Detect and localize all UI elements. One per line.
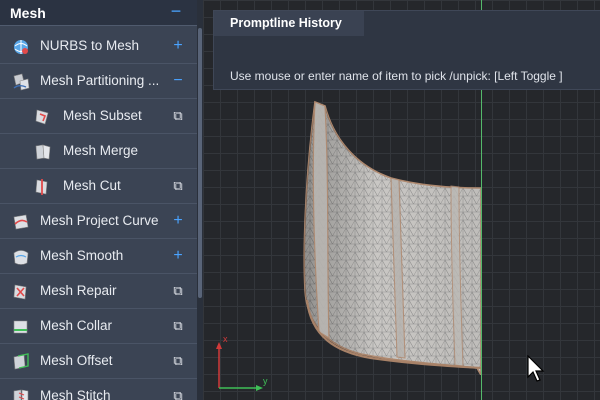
tool-item-mesh-project-curve[interactable]: Mesh Project Curve + bbox=[0, 204, 197, 239]
popout-icon[interactable]: ⧉ bbox=[170, 352, 186, 370]
popout-icon[interactable]: ⧉ bbox=[170, 107, 186, 125]
tool-item-label: Mesh Repair bbox=[40, 283, 117, 298]
mesh-offset-icon bbox=[11, 352, 31, 372]
tool-item-label: Mesh Offset bbox=[40, 353, 113, 368]
axis-triad: x y bbox=[216, 334, 268, 391]
collapse-icon[interactable]: − bbox=[170, 72, 186, 90]
tool-item-label: Mesh Merge bbox=[63, 143, 139, 158]
mouse-cursor-icon bbox=[527, 355, 545, 382]
tool-item-label: Mesh Cut bbox=[63, 178, 121, 193]
tool-item-label: Mesh Partitioning ... bbox=[40, 73, 160, 88]
mesh-stitch-icon bbox=[11, 387, 31, 400]
tool-item-mesh-cut[interactable]: Mesh Cut ⧉ bbox=[0, 169, 197, 204]
panel-header[interactable]: Mesh − bbox=[0, 0, 197, 26]
tool-panel: Mesh − NURBS to Mesh + Mesh Partitioning .… bbox=[0, 0, 203, 400]
tool-item-mesh-partitioning[interactable]: Mesh Partitioning ... − bbox=[0, 64, 197, 99]
tool-item-label: Mesh Collar bbox=[40, 318, 113, 333]
mesh-subset-icon bbox=[33, 107, 53, 127]
expand-icon[interactable]: + bbox=[170, 37, 186, 55]
tool-item-label: Mesh Project Curve bbox=[40, 213, 159, 228]
mesh-model[interactable] bbox=[301, 100, 491, 375]
tool-item-mesh-offset[interactable]: Mesh Offset ⧉ bbox=[0, 344, 197, 379]
mesh-cut-icon bbox=[33, 177, 53, 197]
tool-item-mesh-merge[interactable]: Mesh Merge bbox=[0, 134, 197, 169]
tool-item-label: Mesh Subset bbox=[63, 108, 142, 123]
tool-item-label: NURBS to Mesh bbox=[40, 38, 140, 53]
mesh-partitioning-icon bbox=[11, 72, 31, 92]
expand-icon[interactable]: + bbox=[170, 212, 186, 230]
tool-item-mesh-collar[interactable]: Mesh Collar ⧉ bbox=[0, 309, 197, 344]
promptline-history-title: Promptline History bbox=[230, 16, 342, 30]
popout-icon[interactable]: ⧉ bbox=[170, 177, 186, 195]
promptline-message: Use mouse or enter name of item to pick … bbox=[230, 69, 563, 83]
tool-item-label: Mesh Smooth bbox=[40, 248, 124, 263]
mesh-project-curve-icon bbox=[11, 212, 31, 232]
mesh-merge-icon bbox=[33, 142, 53, 162]
scrollbar-thumb[interactable] bbox=[198, 28, 202, 298]
popout-icon[interactable]: ⧉ bbox=[170, 282, 186, 300]
nurbs-to-mesh-icon bbox=[11, 37, 31, 57]
triad-y-label: y bbox=[263, 376, 268, 386]
tool-item-mesh-subset[interactable]: Mesh Subset ⧉ bbox=[0, 99, 197, 134]
mesh-collar-icon bbox=[11, 317, 31, 337]
popout-icon[interactable]: ⧉ bbox=[170, 317, 186, 335]
panel-title: Mesh bbox=[10, 5, 46, 21]
mesh-repair-icon bbox=[11, 282, 31, 302]
promptline-history-panel: Promptline History Use mouse or enter na… bbox=[213, 10, 600, 90]
tool-item-label: Mesh Stitch bbox=[40, 388, 111, 400]
tool-item-nurbs-to-mesh[interactable]: NURBS to Mesh + bbox=[0, 29, 197, 64]
popout-icon[interactable]: ⧉ bbox=[170, 387, 186, 400]
expand-icon[interactable]: + bbox=[170, 247, 186, 265]
tool-item-mesh-stitch[interactable]: Mesh Stitch ⧉ bbox=[0, 379, 197, 400]
tool-item-mesh-smooth[interactable]: Mesh Smooth + bbox=[0, 239, 197, 274]
promptline-history-tab[interactable]: Promptline History bbox=[214, 11, 364, 36]
3d-viewport[interactable]: Promptline History Use mouse or enter na… bbox=[203, 0, 600, 400]
mesh-smooth-icon bbox=[11, 247, 31, 267]
triad-x-label: x bbox=[223, 334, 228, 344]
tool-item-mesh-repair[interactable]: Mesh Repair ⧉ bbox=[0, 274, 197, 309]
collapse-icon[interactable]: − bbox=[168, 2, 184, 20]
